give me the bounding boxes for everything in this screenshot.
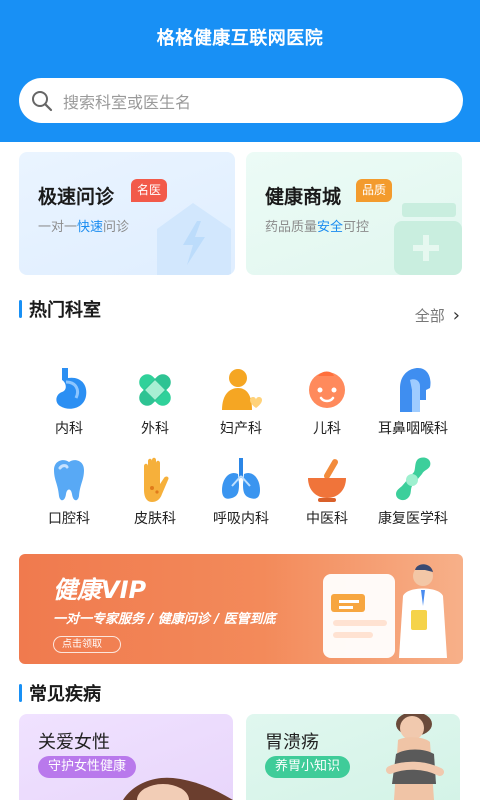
section-bar [19, 684, 22, 702]
service-title: 健康商城 [265, 186, 342, 208]
dept-ent[interactable]: 耳鼻咽喉科 [368, 366, 458, 438]
disease-card-women[interactable]: 关爱女性 守护女性健康 [19, 714, 233, 800]
disease-card-gastric-ulcer[interactable]: 胃溃疡 养胃小知识 [246, 714, 460, 800]
throat-icon [400, 368, 431, 412]
mother-baby-icon [222, 369, 262, 410]
disease-title: 胃溃疡 [265, 732, 319, 753]
dept-label: 中医科 [306, 511, 348, 527]
dept-label: 外科 [141, 421, 169, 437]
stomach-icon [56, 368, 87, 409]
dept-surgery[interactable]: 外科 [110, 366, 200, 438]
dept-internal-medicine[interactable]: 内科 [24, 366, 114, 438]
bandage-icon [139, 374, 171, 406]
disease-title: 关爱女性 [38, 732, 110, 753]
section-title: 常见疾病 [29, 684, 101, 705]
dept-respiratory[interactable]: 呼吸内科 [196, 456, 286, 528]
dept-tcm[interactable]: 中医科 [282, 456, 372, 528]
child-face-icon [309, 371, 345, 408]
chevron-right-icon: › [452, 305, 460, 326]
service-subtitle: 一对一快速问诊 [38, 220, 130, 235]
service-card-quick-consult[interactable]: 极速问诊 名医 一对一快速问诊 [19, 152, 235, 275]
vip-banner[interactable]: 健康VIP 一对一专家服务 / 健康问诊 / 医管到底 点击领取 [19, 554, 463, 664]
see-all-link[interactable]: 全部 › [415, 305, 460, 326]
doctor-phone-illustration [323, 564, 447, 658]
disease-tag: 守护女性健康 [38, 756, 137, 778]
woman-photo [123, 777, 233, 800]
dept-dermatology[interactable]: 皮肤科 [110, 456, 200, 528]
dept-pediatrics[interactable]: 儿科 [282, 366, 372, 438]
dept-label: 内科 [55, 421, 83, 437]
lightning-icon [157, 203, 231, 275]
dept-label: 皮肤科 [134, 511, 176, 527]
search-input[interactable]: 搜索科室或医生名 [63, 89, 191, 113]
departments-header: 热门科室 [19, 298, 101, 321]
tooth-icon [54, 460, 84, 501]
hand-skin-icon [144, 457, 169, 502]
banner-subtitle: 一对一专家服务 / 健康问诊 / 医管到底 [53, 612, 276, 627]
search-icon [31, 90, 53, 112]
disease-tag: 养胃小知识 [265, 756, 351, 778]
dept-obstetrics[interactable]: 妇产科 [196, 366, 286, 438]
see-all-label: 全部 [414, 307, 445, 325]
section-title: 热门科室 [29, 300, 101, 321]
service-badge: 品质 [356, 179, 393, 202]
dept-label: 儿科 [313, 421, 341, 437]
page-title: 格格健康互联网医院 [156, 28, 324, 49]
dept-label: 口腔科 [48, 511, 90, 527]
bone-joint-icon [396, 457, 431, 501]
mortar-icon [308, 459, 346, 502]
banner-title: 健康VIP [53, 576, 147, 604]
service-subtitle: 药品质量安全可控 [265, 220, 370, 235]
stomach-pain-photo [386, 714, 444, 800]
service-card-health-mall[interactable]: 健康商城 品质 药品质量安全可控 [246, 152, 462, 275]
diseases-header: 常见疾病 [19, 682, 101, 705]
service-title: 极速问诊 [38, 186, 115, 208]
dept-label: 妇产科 [220, 421, 262, 437]
dept-label: 耳鼻咽喉科 [378, 421, 448, 437]
dept-label: 呼吸内科 [213, 511, 269, 527]
claim-button[interactable]: 点击领取 [53, 636, 121, 653]
section-bar [19, 300, 22, 318]
medicine-bottle-icon [394, 203, 462, 275]
lungs-icon [222, 458, 260, 499]
search-bar[interactable]: 搜索科室或医生名 [19, 78, 463, 123]
dept-rehabilitation[interactable]: 康复医学科 [368, 456, 458, 528]
dept-stomatology[interactable]: 口腔科 [24, 456, 114, 528]
dept-label: 康复医学科 [378, 511, 448, 527]
